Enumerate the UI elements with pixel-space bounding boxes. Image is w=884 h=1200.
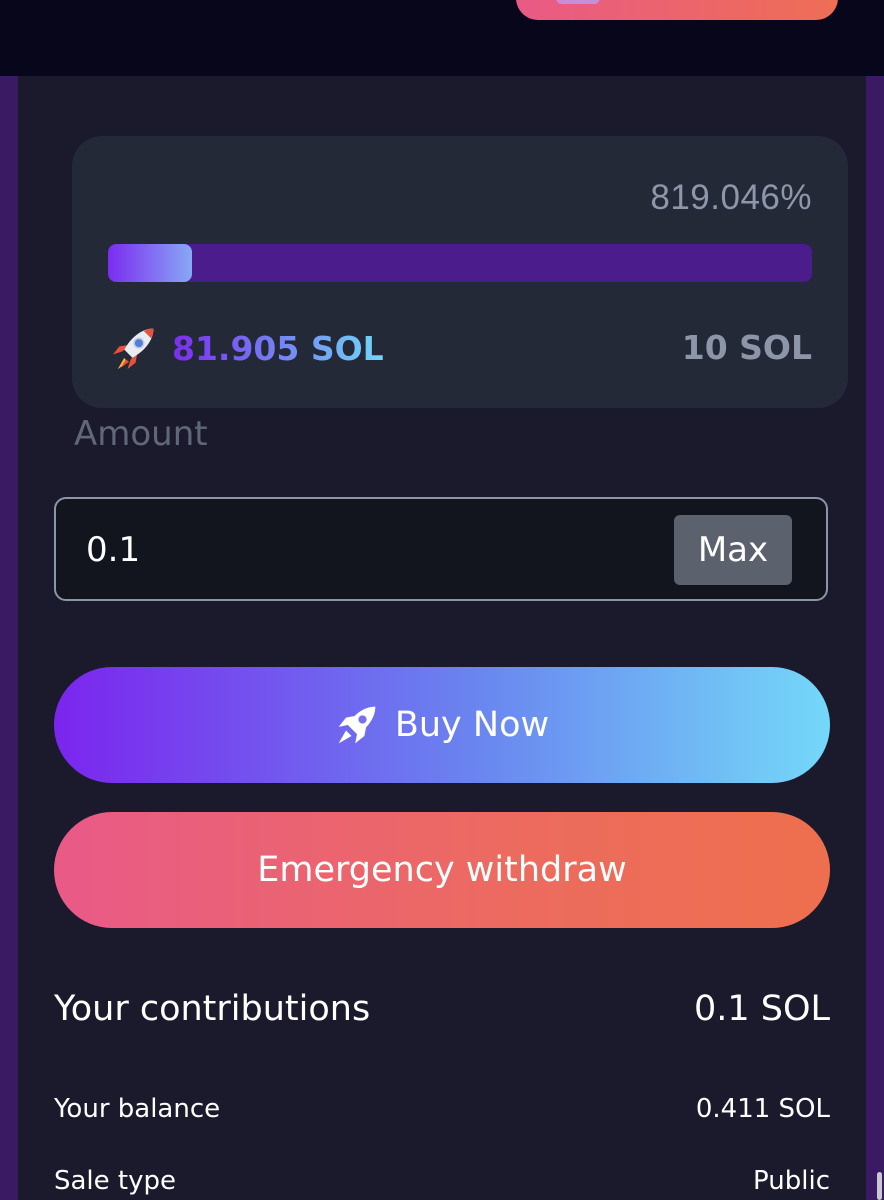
rocket-emoji-icon: [112, 328, 154, 370]
raised-amount: 81.905 SOL: [172, 328, 384, 368]
emergency-withdraw-button[interactable]: Emergency withdraw: [54, 812, 830, 928]
left-frame: [0, 76, 18, 1200]
top-bar: [0, 0, 884, 76]
contributions-label: Your contributions: [54, 989, 371, 1029]
progress-panel: 819.046% 81.905 SOL 10 SOL: [72, 136, 848, 408]
presale-card: 819.046% 81.905 SOL 10 SOL Amount 0.1 Ma…: [18, 76, 866, 1200]
progress-percent: 819.046%: [650, 178, 812, 217]
amount-field: Max: [54, 497, 828, 601]
emergency-withdraw-label: Emergency withdraw: [257, 850, 627, 890]
balance-value: 0.411 SOL: [695, 1094, 830, 1124]
right-frame: [866, 76, 884, 1200]
progress-bar-fill: [108, 244, 193, 282]
balance-label: Your balance: [54, 1094, 221, 1124]
top-action-button[interactable]: [516, 0, 838, 20]
sale-type-label: Sale type: [54, 1166, 177, 1196]
raised-amount-row: 81.905 SOL: [108, 322, 384, 374]
target-amount: 10 SOL: [681, 328, 812, 367]
scrollbar-thumb[interactable]: [877, 1172, 882, 1200]
amount-input[interactable]: [84, 521, 648, 579]
amount-label: Amount: [74, 414, 208, 454]
sale-type-row: Sale type Public: [54, 1166, 830, 1196]
max-button[interactable]: Max: [674, 515, 792, 585]
contributions-value: 0.1 SOL: [693, 989, 830, 1029]
buy-now-label: Buy Now: [394, 705, 550, 745]
wallet-icon: [556, 0, 600, 4]
contributions-row: Your contributions 0.1 SOL: [54, 989, 830, 1029]
balance-row: Your balance 0.411 SOL: [54, 1094, 830, 1124]
progress-bar: [108, 244, 812, 282]
buy-now-button[interactable]: Buy Now: [54, 667, 830, 783]
rocket-icon: [338, 706, 376, 744]
sale-type-value: Public: [753, 1166, 830, 1196]
